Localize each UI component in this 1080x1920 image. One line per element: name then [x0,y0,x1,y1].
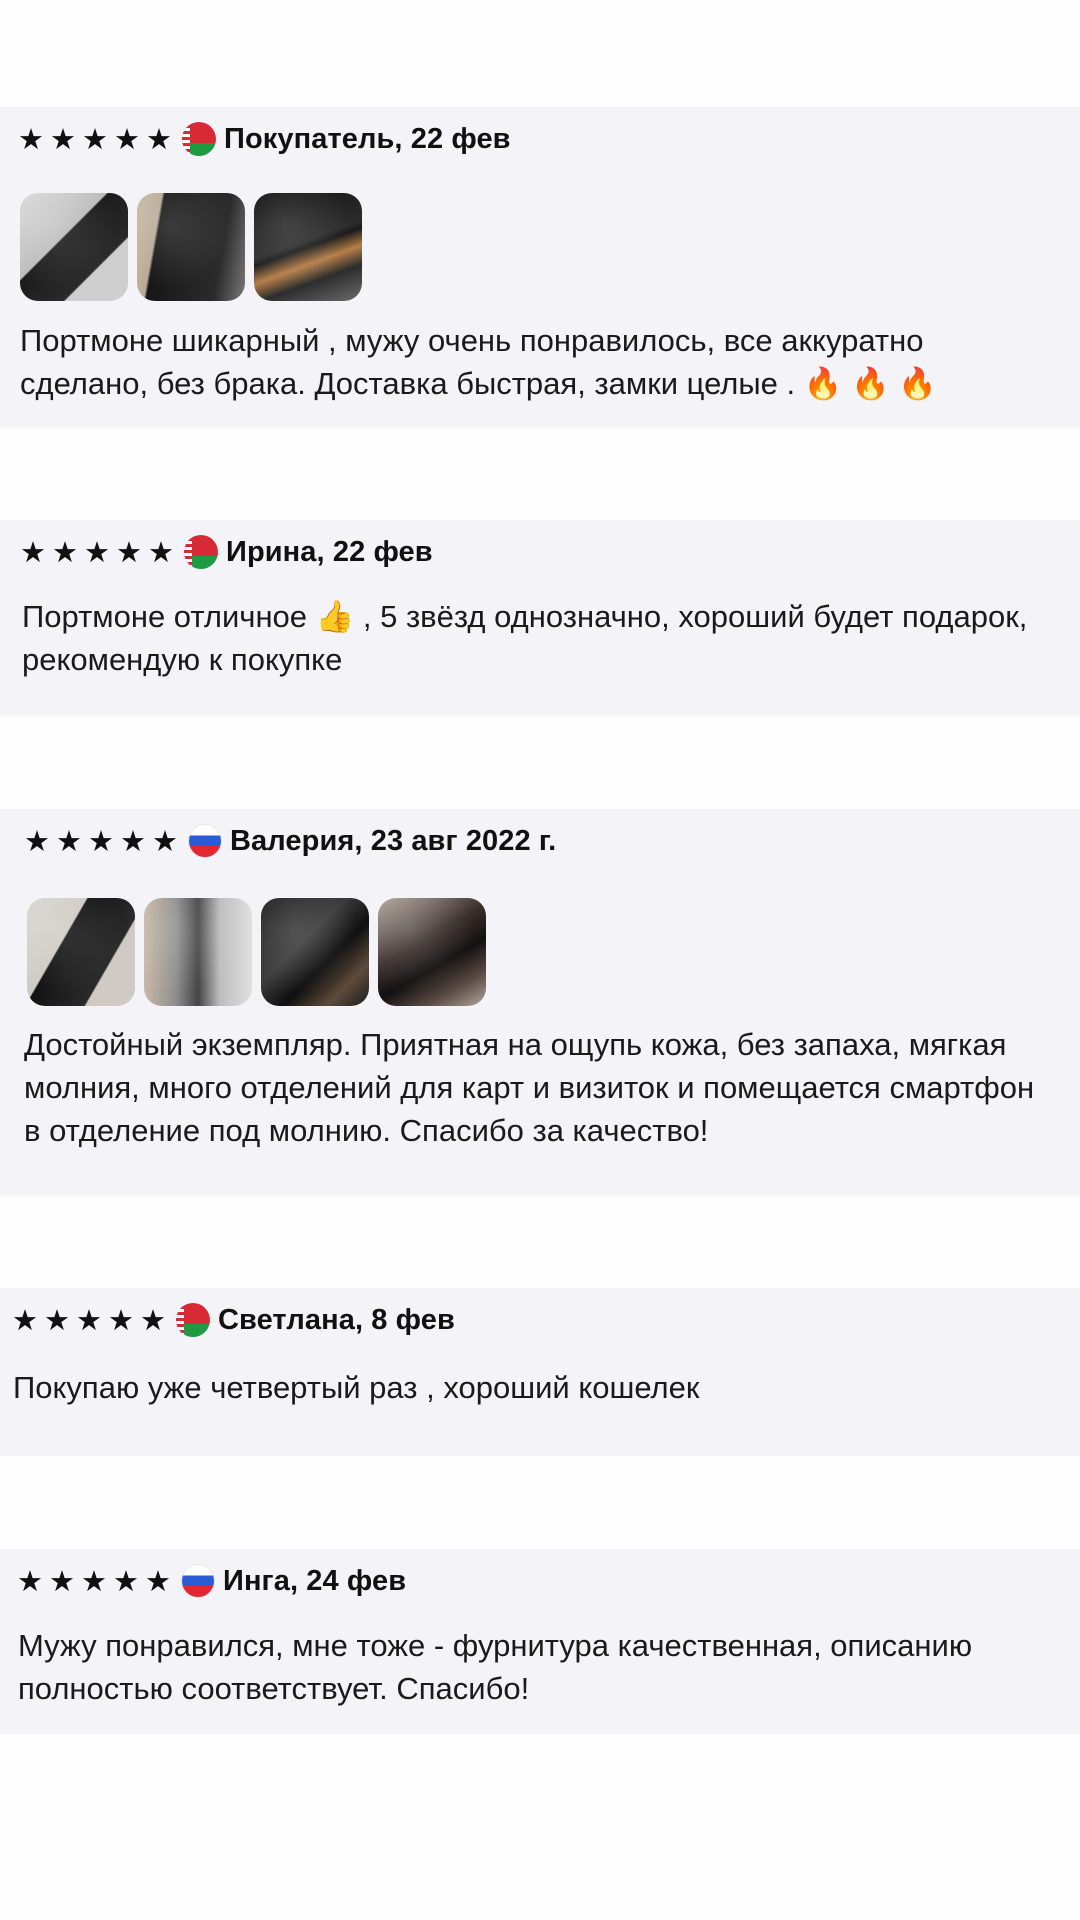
review-header: ★ ★ ★ ★ ★ Светлана, 8 фев [12,1300,455,1340]
star-icon: ★ [50,121,76,156]
star-icon: ★ [81,1563,107,1598]
review-author-date: Валерия, 23 авг 2022 г. [230,824,557,857]
review-photo[interactable] [27,898,135,1006]
star-icon: ★ [113,1563,139,1598]
review-card: ★ ★ ★ ★ ★ Ирина, 22 фев Портмоне отличное 👍 … [0,520,1080,716]
belarus-flag-icon [182,122,216,156]
star-icon: ★ [17,1563,43,1598]
russia-flag-icon [188,824,222,858]
review-text: Покупаю уже четвертый раз , хороший коше… [13,1370,700,1405]
review-author-date: Покупатель, 22 фев [224,122,511,155]
star-icon: ★ [24,823,50,858]
review-card: ★ ★ ★ ★ ★ Инга, 24 фев Мужу понравился, мне … [0,1549,1080,1734]
rating-stars: ★ ★ ★ ★ ★ [12,1302,166,1337]
review-author-date: Светлана, 8 фев [218,1303,455,1336]
star-icon: ★ [12,1302,38,1337]
star-icon: ★ [152,823,178,858]
star-icon: ★ [20,534,46,569]
star-icon: ★ [146,121,172,156]
review-header: ★ ★ ★ ★ ★ Покупатель, 22 фев [18,119,511,159]
star-icon: ★ [140,1302,166,1337]
review-photo[interactable] [144,898,252,1006]
star-icon: ★ [116,534,142,569]
star-icon: ★ [76,1302,102,1337]
review-photo[interactable] [20,193,128,301]
review-card: ★ ★ ★ ★ ★ Светлана, 8 фев Покупаю уже четвер… [0,1288,1080,1456]
review-text: Достойный экземпляр. Приятная на ощупь к… [24,1027,1035,1148]
rating-stars: ★ ★ ★ ★ ★ [20,534,174,569]
review-card: ★ ★ ★ ★ ★ Валерия, 23 авг 2022 г. Достойный … [0,809,1080,1196]
review-photo[interactable] [378,898,486,1006]
review-photos [20,193,362,301]
review-text: Мужу понравился, мне тоже - фурнитура ка… [18,1628,973,1706]
review-author-date: Ирина, 22 фев [226,535,433,568]
rating-stars: ★ ★ ★ ★ ★ [18,121,172,156]
rating-stars: ★ ★ ★ ★ ★ [24,823,178,858]
review-text: Портмоне отличное 👍 , 5 звёзд однозначно… [22,599,1028,677]
star-icon: ★ [88,823,114,858]
star-icon: ★ [145,1563,171,1598]
review-card: ★ ★ ★ ★ ★ Покупатель, 22 фев Портмоне шикарн… [0,107,1080,428]
review-photo[interactable] [254,193,362,301]
review-header: ★ ★ ★ ★ ★ Инга, 24 фев [17,1561,406,1601]
star-icon: ★ [18,121,44,156]
star-icon: ★ [108,1302,134,1337]
star-icon: ★ [84,534,110,569]
russia-flag-icon [181,1564,215,1598]
star-icon: ★ [44,1302,70,1337]
belarus-flag-icon [184,535,218,569]
star-icon: ★ [148,534,174,569]
star-icon: ★ [114,121,140,156]
belarus-flag-icon [176,1303,210,1337]
review-photo[interactable] [137,193,245,301]
star-icon: ★ [120,823,146,858]
rating-stars: ★ ★ ★ ★ ★ [17,1563,171,1598]
review-photo[interactable] [261,898,369,1006]
star-icon: ★ [56,823,82,858]
review-author-date: Инга, 24 фев [223,1564,407,1597]
review-photos [27,898,486,1006]
star-icon: ★ [52,534,78,569]
review-text: Портмоне шикарный , мужу очень понравило… [20,323,937,401]
star-icon: ★ [82,121,108,156]
review-header: ★ ★ ★ ★ ★ Валерия, 23 авг 2022 г. [24,821,556,861]
star-icon: ★ [49,1563,75,1598]
review-header: ★ ★ ★ ★ ★ Ирина, 22 фев [20,532,433,572]
